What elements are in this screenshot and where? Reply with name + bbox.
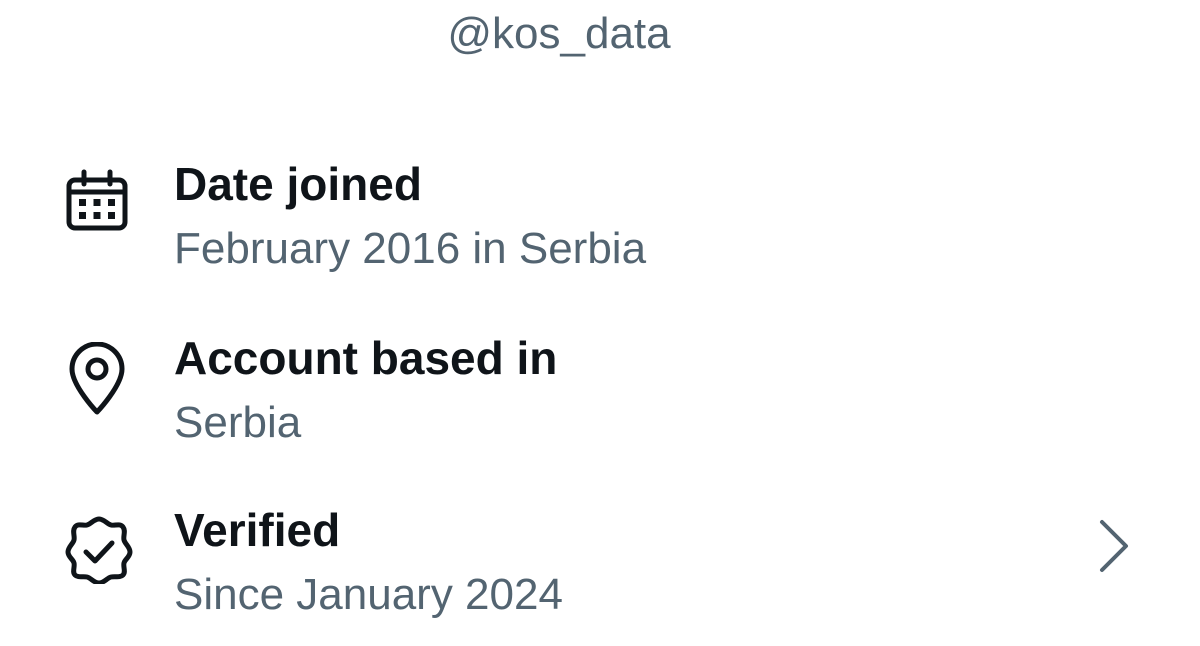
verified-label: Verified: [174, 504, 341, 556]
account-based-in-row: Account based in Serbia: [0, 330, 1200, 450]
date-joined-row: Date joined February 2016 in Serbia: [0, 156, 1200, 276]
verified-badge-icon: [64, 514, 133, 584]
location-pin-icon: [64, 342, 130, 415]
account-based-in-label: Account based in: [174, 332, 558, 384]
date-joined-value: February 2016 in Serbia: [174, 224, 647, 273]
calendar-icon: [64, 168, 130, 234]
verified-row[interactable]: Verified Since January 2024: [0, 502, 1200, 622]
profile-handle: @kos_data: [447, 9, 671, 58]
verified-since-value: Since January 2024: [174, 570, 563, 619]
account-based-in-value: Serbia: [174, 398, 302, 447]
chevron-right-icon[interactable]: [1092, 516, 1136, 576]
date-joined-label: Date joined: [174, 158, 422, 210]
